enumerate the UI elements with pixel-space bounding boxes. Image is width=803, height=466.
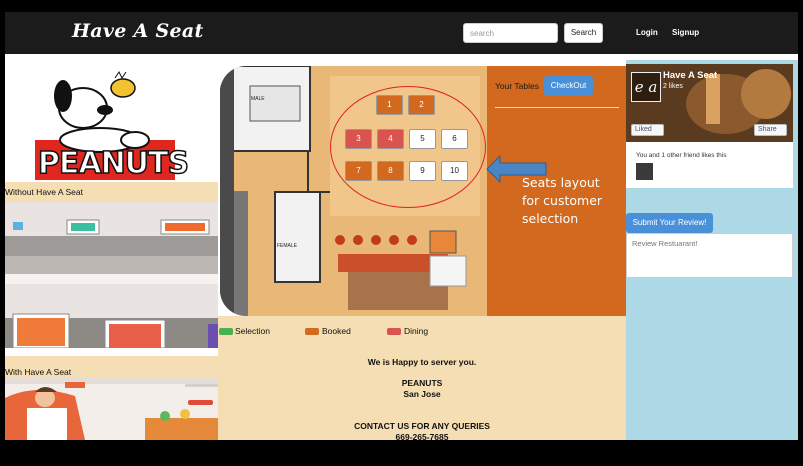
signup-link[interactable]: Signup (672, 28, 699, 37)
login-link[interactable]: Login (636, 28, 658, 37)
submit-review-button[interactable]: Submit Your Review! (626, 213, 713, 233)
restaurant-name: PEANUTS (401, 378, 443, 388)
contact-heading: CONTACT US FOR ANY QUERIES (354, 421, 490, 431)
legend-label-selection: Selection (235, 326, 270, 336)
table-10[interactable]: 10 (441, 161, 468, 181)
legend-swatch-dining (387, 328, 401, 335)
app-screen: Have A Seat Search Login Signup PEANUTS (0, 0, 803, 466)
legend-swatch-selection (219, 328, 233, 335)
peanuts-logo-text: PEANUTS (37, 145, 190, 182)
facebook-friends-text: You and 1 other friend likes this (636, 152, 727, 159)
bottom-bar (0, 440, 803, 466)
floor-label-male: MALE (251, 96, 265, 102)
facebook-page-name[interactable]: Have A Seat (663, 70, 717, 81)
facebook-like-button[interactable]: Liked (631, 124, 664, 136)
without-seat-image (5, 198, 218, 348)
table-5[interactable]: 5 (409, 129, 436, 149)
annotation-text: Seats layout for customer selection (522, 175, 603, 226)
table-3[interactable]: 3 (345, 129, 372, 149)
table-8[interactable]: 8 (377, 161, 404, 181)
table-1[interactable]: 1 (376, 95, 403, 115)
without-seat-label: Without Have A Seat (5, 182, 218, 202)
friend-avatar[interactable] (636, 163, 653, 180)
restaurant-city: San Jose (403, 389, 441, 399)
table-9[interactable]: 9 (409, 161, 436, 181)
restaurant-crowd-illustration (5, 198, 218, 348)
table-4[interactable]: 4 (377, 129, 404, 149)
checkout-button[interactable]: CheckOut (544, 76, 593, 96)
table-6[interactable]: 6 (441, 129, 468, 149)
facebook-likes-count: 2 likes (663, 83, 683, 90)
search-button[interactable]: Search (564, 23, 603, 43)
legend-label-booked: Booked (322, 326, 351, 336)
brand-logo[interactable]: Have A Seat (72, 20, 204, 42)
facebook-share-button[interactable]: Share (754, 124, 787, 136)
with-seat-label: With Have A Seat (5, 356, 218, 378)
review-textarea[interactable] (626, 233, 793, 278)
welcome-text: We is Happy to server you. (367, 357, 477, 367)
legend-label-dining: Dining (404, 326, 429, 336)
with-seat-image (5, 378, 218, 440)
legend-swatch-booked (305, 328, 319, 335)
table-2[interactable]: 2 (408, 95, 435, 115)
tables-panel-divider (495, 107, 619, 108)
tables-panel-title: Your Tables (495, 81, 539, 91)
table-7[interactable]: 7 (345, 161, 372, 181)
relaxed-diner-illustration (5, 378, 218, 440)
floor-label-female: FEMALE (277, 243, 298, 249)
search-input[interactable] (463, 23, 558, 43)
facebook-page-logo[interactable]: e a (631, 72, 661, 102)
